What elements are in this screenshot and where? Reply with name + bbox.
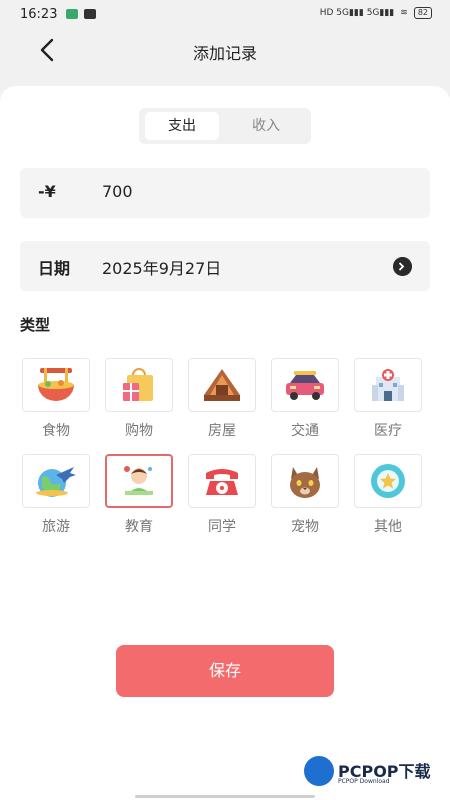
battery-icon: 82 — [413, 7, 432, 19]
tab-income[interactable]: 收入 — [229, 112, 303, 140]
airplane-globe-icon — [36, 467, 76, 497]
telephone-icon — [206, 469, 238, 495]
category-pet-tile — [271, 454, 339, 508]
amount-value[interactable]: 700 — [102, 182, 133, 201]
date-field[interactable]: 日期 2025年9月27日 — [20, 241, 430, 291]
category-label: 食物 — [42, 423, 70, 439]
category-education[interactable]: 教育 — [105, 454, 175, 535]
category-transport-tile — [271, 358, 339, 412]
category-shopping[interactable]: 购物 — [105, 358, 175, 439]
category-travel-tile — [22, 454, 90, 508]
page-title: 添加记录 — [192, 44, 257, 63]
category-label: 购物 — [125, 423, 153, 439]
app-notification-icon — [84, 9, 96, 19]
nav-header: 添加记录 — [0, 30, 450, 70]
hd-signal-icon: HD 5G▮▮▮ 5G▮▮▮ — [319, 8, 395, 18]
home-indicator[interactable] — [135, 795, 315, 798]
save-button[interactable]: 保存 — [116, 645, 334, 697]
category-label: 医疗 — [374, 423, 402, 439]
car-icon — [286, 371, 324, 400]
watermark-logo: PCPOP下载 PCPOP Download — [304, 754, 444, 794]
category-label: 房屋 — [208, 423, 236, 439]
category-label: 其他 — [374, 519, 402, 535]
category-other[interactable]: 其他 — [354, 454, 424, 535]
form-card: 支出 收入 -¥ 700 日期 2025年9月27日 类型 食物 购物 房屋 交… — [0, 86, 450, 800]
status-time: 16:23 — [20, 7, 58, 22]
logo-icon — [304, 756, 334, 786]
tab-expense[interactable]: 支出 — [145, 112, 219, 140]
category-food-tile — [22, 358, 90, 412]
category-pet[interactable]: 宠物 — [271, 454, 341, 535]
category-classmate[interactable]: 同学 — [188, 454, 258, 535]
status-indicators: HD 5G▮▮▮ 5G▮▮▮ ≋ 82 — [320, 7, 432, 19]
amount-field[interactable]: -¥ 700 — [20, 168, 430, 218]
category-shopping-tile — [105, 358, 173, 412]
hospital-icon — [372, 369, 404, 401]
category-label: 旅游 — [42, 519, 70, 535]
amount-prefix: -¥ — [38, 182, 56, 201]
category-food[interactable]: 食物 — [22, 358, 92, 439]
category-classmate-tile — [188, 454, 256, 508]
category-education-tile — [105, 454, 173, 508]
category-housing-tile — [188, 358, 256, 412]
category-label: 宠物 — [291, 519, 319, 535]
category-other-tile — [354, 454, 422, 508]
student-icon — [124, 466, 153, 495]
category-label: 交通 — [291, 423, 319, 439]
category-label: 教育 — [125, 519, 153, 535]
house-icon — [204, 369, 240, 401]
noodle-bowl-icon — [38, 368, 74, 401]
date-label: 日期 — [38, 259, 71, 278]
category-transport[interactable]: 交通 — [271, 358, 341, 439]
category-label: 同学 — [208, 519, 236, 535]
category-housing[interactable]: 房屋 — [188, 358, 258, 439]
star-badge-icon — [371, 464, 405, 498]
message-notification-icon — [66, 9, 78, 19]
status-bar: 16:23 HD 5G▮▮▮ 5G▮▮▮ ≋ 82 — [0, 0, 450, 30]
shopping-bag-icon — [123, 368, 153, 401]
watermark-subtext: PCPOP Download — [338, 778, 390, 785]
category-title: 类型 — [20, 316, 51, 334]
wifi-icon: ≋ — [400, 8, 408, 18]
type-segmented-control: 支出 收入 — [139, 108, 311, 144]
cat-icon — [290, 467, 320, 498]
date-value: 2025年9月27日 — [102, 259, 222, 278]
chevron-right-icon[interactable] — [393, 257, 412, 276]
category-travel[interactable]: 旅游 — [22, 454, 92, 535]
category-medical[interactable]: 医疗 — [354, 358, 424, 439]
category-medical-tile — [354, 358, 422, 412]
